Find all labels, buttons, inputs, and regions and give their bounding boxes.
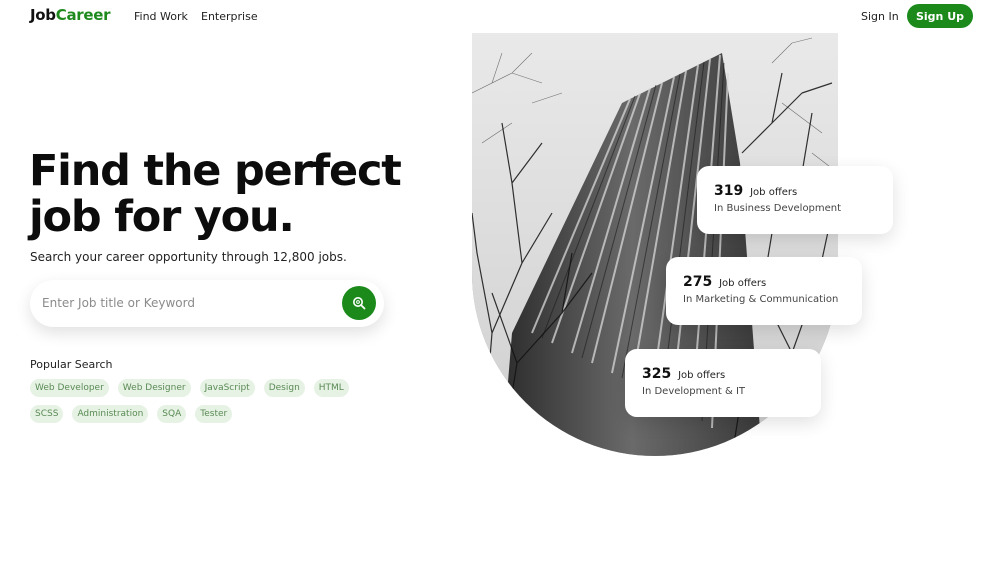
stat-description: In Marketing & Communication (683, 294, 839, 305)
stat-card-business[interactable]: 319 Job offers In Business Development (697, 166, 893, 234)
stat-label: Job offers (678, 370, 726, 381)
stat-description: In Business Development (714, 203, 842, 214)
logo-text-part2: Career (55, 6, 111, 24)
tag-sqa[interactable]: SQA (157, 405, 187, 423)
popular-search-title: Popular Search (30, 358, 113, 371)
nav-find-work-link[interactable]: Find Work (134, 10, 188, 23)
headline-line-1: Find the perfect (29, 146, 402, 196)
tag-web-designer[interactable]: Web Designer (117, 379, 191, 397)
tag-design[interactable]: Design (263, 379, 305, 397)
tag-scss[interactable]: SCSS (30, 405, 64, 423)
headline-line-2: job for you. (29, 192, 295, 242)
tag-administration[interactable]: Administration (72, 405, 149, 423)
stat-count-value: 325 (642, 366, 672, 382)
stat-label: Job offers (750, 187, 798, 198)
hero-subtitle: Search your career opportunity through 1… (30, 250, 347, 264)
hero-headline: Find the perfect job for you. (29, 148, 449, 240)
search-input[interactable] (42, 292, 332, 314)
stat-card-development[interactable]: 325 Job offers In Development & IT (625, 349, 821, 417)
stat-count-value: 319 (714, 183, 744, 199)
search-icon (353, 297, 366, 310)
tag-tester[interactable]: Tester (195, 405, 233, 423)
stat-card-marketing[interactable]: 275 Job offers In Marketing & Communicat… (666, 257, 862, 325)
stat-count: 325 Job offers (642, 366, 725, 382)
stat-label: Job offers (719, 278, 767, 289)
sign-in-link[interactable]: Sign In (861, 10, 899, 23)
popular-tags: Web Developer Web Designer JavaScript De… (30, 379, 390, 423)
tag-web-developer[interactable]: Web Developer (30, 379, 109, 397)
sign-up-button[interactable]: Sign Up (907, 4, 973, 28)
logo-text-part1: Job (30, 6, 56, 24)
tag-html[interactable]: HTML (313, 379, 349, 397)
stat-count: 275 Job offers (683, 274, 766, 290)
stat-description: In Development & IT (642, 386, 745, 397)
logo[interactable]: JobCareer (30, 6, 111, 24)
search-button[interactable] (342, 286, 376, 320)
stat-count: 319 Job offers (714, 183, 797, 199)
search-bar (30, 280, 384, 327)
stat-count-value: 275 (683, 274, 713, 290)
tag-javascript[interactable]: JavaScript (199, 379, 255, 397)
nav-enterprise-link[interactable]: Enterprise (201, 10, 258, 23)
